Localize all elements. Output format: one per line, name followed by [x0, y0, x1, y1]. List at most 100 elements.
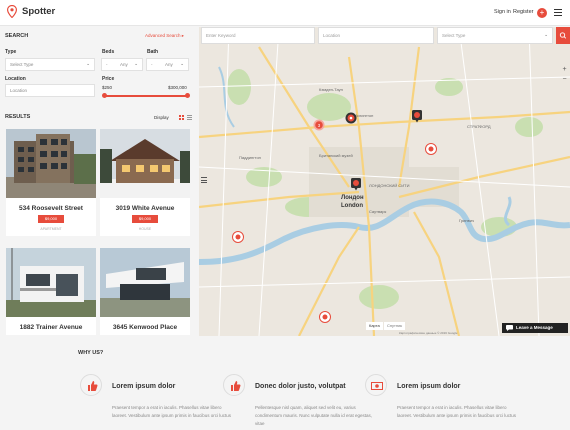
sign-in-link[interactable]: Sign in [494, 9, 511, 15]
cluster-marker[interactable]: 3 [313, 119, 325, 131]
map-pin-icon [7, 5, 17, 18]
listing-title[interactable]: 3019 White Avenue [100, 205, 190, 212]
property-marker[interactable] [350, 177, 362, 191]
map-label: Саутварк [369, 209, 386, 214]
feature-text: Pellentesque nisl quam, aliquet sed veli… [255, 405, 373, 426]
listing-card[interactable]: 3019 White Avenue $9,000 HOUSE [100, 129, 190, 236]
thumbs-up-icon [80, 374, 102, 396]
logo-text: Spotter [22, 6, 56, 17]
listing-price-badge: $9,000 [38, 215, 64, 223]
map-panel[interactable]: Кэмден-Таун Ислингтон СТРАТФОРД ЛОНДОНСК… [199, 27, 570, 336]
beds-select[interactable]: - Any ⌄ [101, 58, 143, 71]
price-max: $300,000 [168, 85, 187, 90]
feature-title: Lorem ipsum dolor [397, 383, 461, 390]
property-photo [100, 129, 190, 198]
bath-select-value: - [151, 62, 153, 67]
property-marker[interactable] [319, 311, 331, 323]
price-slider-min-handle[interactable] [102, 93, 107, 98]
type-select-value: Select Type [10, 62, 34, 67]
type-label: Type [5, 49, 17, 55]
feature-title: Lorem ipsum dolor [112, 383, 176, 390]
zoom-in-button[interactable]: + [560, 65, 569, 74]
property-marker[interactable] [411, 109, 423, 123]
listing-title[interactable]: 1882 Trainer Avenue [6, 324, 96, 331]
top-header: Spotter Sign in Register + [0, 0, 570, 26]
money-icon [365, 374, 387, 396]
listing-card[interactable]: 534 Roosevelt Street $9,000 APARTMENT [6, 129, 96, 236]
grid-view-icon[interactable] [179, 115, 184, 120]
location-label: Location [5, 76, 26, 82]
map-search-button[interactable] [556, 27, 570, 44]
listing-card[interactable]: 1882 Trainer Avenue [6, 248, 96, 335]
why-us-section: WHY US? Lorem ipsum dolor Praesent tempo… [0, 336, 570, 430]
map-location-placeholder: Location [323, 33, 341, 38]
beds-label: Beds [102, 49, 115, 55]
map-canvas[interactable]: Кэмден-Таун Ислингтон СТРАТФОРД ЛОНДОНСК… [199, 27, 570, 336]
city-label-ru: Лондон [341, 195, 364, 201]
location-placeholder: Location [10, 88, 28, 93]
map-type-satellite-button[interactable]: Спутник [384, 322, 406, 330]
map-type-select[interactable]: Select Type ⌄ [437, 27, 553, 44]
register-link[interactable]: Register [513, 9, 533, 15]
thumbs-up-icon [223, 374, 245, 396]
listing-title[interactable]: 3645 Kenwood Place [100, 324, 190, 331]
map-label: Кэмден-Таун [319, 87, 343, 92]
map-menu-icon[interactable] [201, 177, 207, 183]
property-marker[interactable] [232, 231, 244, 243]
feature-title: Donec dolor justo, volutpat [255, 383, 346, 390]
location-input[interactable]: Location [5, 84, 95, 97]
map-keyword-input[interactable]: Enter Keyword [201, 27, 315, 44]
hamburger-menu-icon[interactable] [554, 9, 562, 17]
advanced-search-link[interactable]: Advanced Search ▸ [145, 33, 184, 39]
map-location-input[interactable]: Location [318, 27, 434, 44]
map-type-placeholder: Select Type [442, 33, 466, 38]
map-attribution: Картографические данные © 2016 Google [399, 331, 458, 335]
beds-select-any: Any [120, 62, 128, 67]
feature-text: Praesent tempor a erat in iaculis. Phase… [112, 405, 232, 418]
price-slider-track[interactable] [104, 95, 188, 97]
bath-select-any: Any [165, 62, 173, 67]
why-us-title: WHY US? [78, 350, 104, 356]
listing-card[interactable]: 3645 Kenwood Place [100, 248, 190, 335]
search-title: SEARCH [5, 33, 29, 39]
zoom-out-button[interactable]: − [560, 75, 569, 84]
search-icon [559, 32, 567, 39]
city-label-en: London [341, 203, 363, 209]
price-slider-max-handle[interactable] [185, 93, 190, 98]
bath-label: Bath [147, 49, 159, 55]
list-view-icon[interactable] [187, 115, 192, 120]
map-label: СТРАТФОРД [467, 124, 491, 129]
bath-select[interactable]: - Any ⌄ [146, 58, 189, 71]
beds-select-value: - [106, 62, 108, 67]
results-title: RESULTS [5, 114, 31, 120]
listing-price-badge: $9,000 [132, 215, 158, 223]
listing-type: APARTMENT [40, 227, 62, 231]
property-photo [6, 248, 96, 317]
chevron-down-icon: ⌄ [180, 61, 184, 66]
price-min: $250 [102, 85, 113, 90]
listing-title[interactable]: 534 Roosevelt Street [6, 205, 96, 212]
map-label: Паддингтон [239, 155, 261, 160]
property-marker[interactable] [345, 112, 357, 124]
chevron-down-icon: ⌄ [86, 61, 90, 66]
logo[interactable]: Spotter [7, 5, 55, 18]
results-bar: RESULTS Display [0, 114, 198, 126]
display-label: Display [154, 115, 169, 120]
type-select[interactable]: Select Type ⌄ [5, 58, 95, 71]
property-photo [100, 248, 190, 317]
property-marker[interactable] [425, 143, 437, 155]
price-label: Price [102, 76, 115, 82]
chevron-down-icon: ⌄ [134, 61, 138, 66]
add-listing-button[interactable]: + [537, 8, 547, 18]
search-sidebar: SEARCH Advanced Search ▸ Type Select Typ… [0, 27, 198, 335]
map-type-map-button[interactable]: Карта [366, 322, 383, 330]
chevron-down-icon: ⌄ [544, 32, 548, 37]
map-label: Британский музей [319, 153, 353, 158]
listing-type: HOUSE [138, 227, 152, 231]
map-label: Гринвич [459, 218, 474, 223]
leave-message-button[interactable]: Leave a Message [502, 323, 568, 333]
leave-message-label: Leave a Message [516, 325, 553, 330]
chat-icon [506, 325, 513, 331]
property-photo [6, 129, 96, 198]
map-label: ЛОНДОНСКИЙ СИТИ [369, 183, 410, 188]
